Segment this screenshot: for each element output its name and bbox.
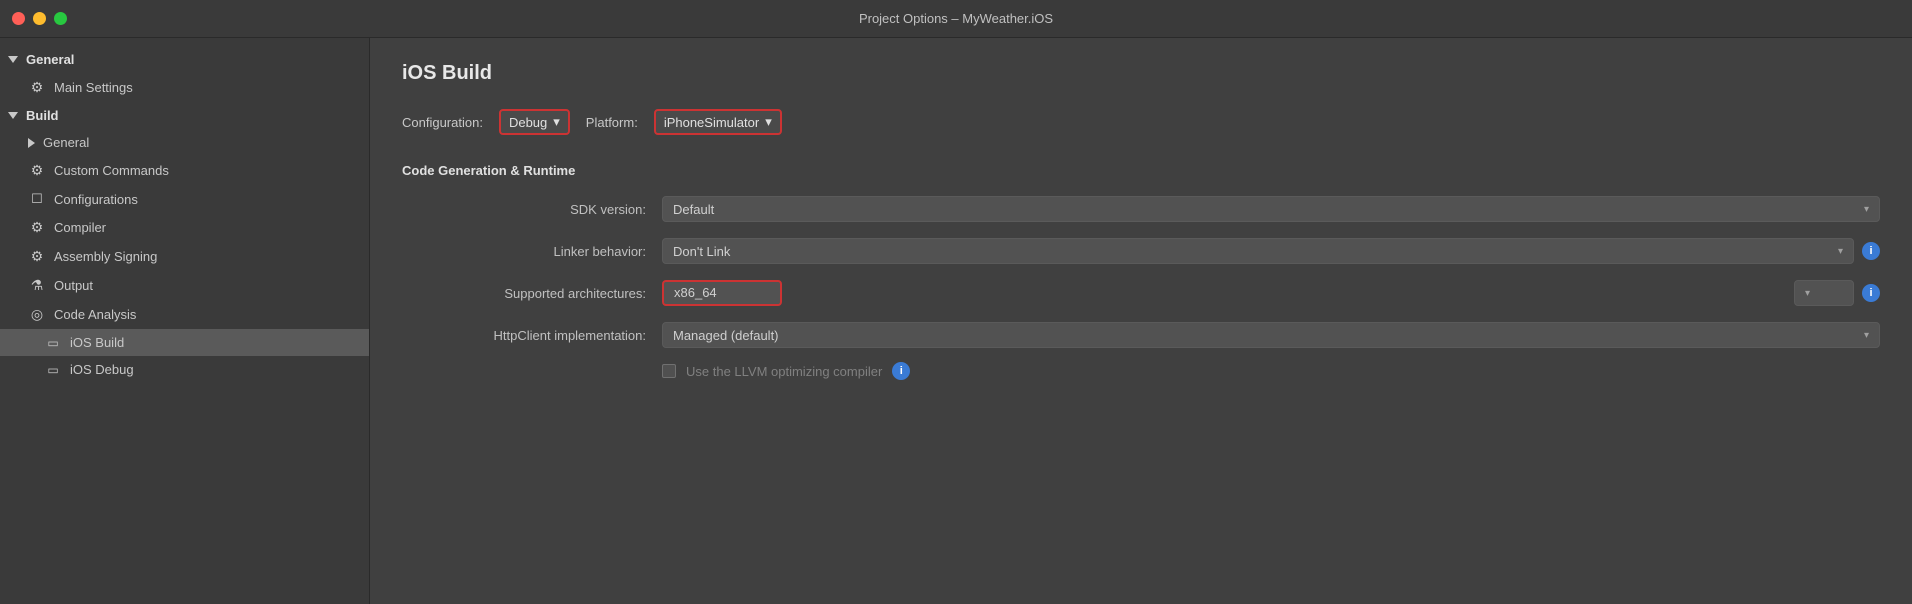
chevron-down-icon: ▾: [1838, 246, 1843, 257]
sidebar-item-compiler[interactable]: Compiler: [0, 213, 369, 242]
architectures-label: Supported architectures:: [402, 286, 662, 301]
window-title: Project Options – MyWeather.iOS: [859, 11, 1053, 26]
sidebar-item-label: General: [43, 135, 89, 150]
sidebar-item-label: Custom Commands: [54, 163, 169, 178]
config-bar: Configuration: Debug ▾ Platform: iPhoneS…: [402, 109, 1880, 135]
architectures-field[interactable]: x86_64: [662, 280, 782, 306]
content-area: iOS Build Configuration: Debug ▾ Platfor…: [370, 38, 1912, 604]
sidebar-item-label: iOS Debug: [70, 362, 134, 377]
sidebar-item-build-general[interactable]: General: [0, 129, 369, 156]
sidebar-item-general-header[interactable]: General: [0, 46, 369, 73]
architectures-select-arrow[interactable]: ▾: [1794, 280, 1854, 306]
httpclient-value: Managed (default): [673, 328, 779, 343]
linker-info-button[interactable]: i: [1862, 242, 1880, 260]
architectures-value: x86_64: [674, 285, 717, 300]
httpclient-row: HttpClient implementation: Managed (defa…: [402, 320, 1880, 350]
httpclient-label: HttpClient implementation:: [402, 328, 662, 343]
chevron-right-icon: [28, 138, 35, 148]
dropdown-arrow-icon: ▾: [553, 114, 560, 130]
linker-behavior-control: Don't Link ▾ i: [662, 238, 1880, 264]
sdk-version-label: SDK version:: [402, 202, 662, 217]
sidebar-item-label: Compiler: [54, 220, 106, 235]
linker-behavior-value: Don't Link: [673, 244, 730, 259]
chevron-down-icon: ▾: [1864, 204, 1869, 215]
title-bar: Project Options – MyWeather.iOS: [0, 0, 1912, 38]
architectures-info-button[interactable]: i: [1862, 284, 1880, 302]
platform-value: iPhoneSimulator: [664, 115, 759, 130]
section-heading: Code Generation & Runtime: [402, 163, 1880, 178]
sidebar-item-label: iOS Build: [70, 335, 124, 350]
sidebar-item-label: Build: [26, 108, 59, 123]
httpclient-select[interactable]: Managed (default) ▾: [662, 322, 1880, 348]
gear-icon: [28, 248, 46, 265]
architectures-row: Supported architectures: x86_64 ▾ i: [402, 278, 1880, 308]
sidebar-item-output[interactable]: ⚗ Output: [0, 271, 369, 300]
config-label: Configuration:: [402, 115, 483, 130]
chevron-down-icon: [8, 56, 18, 63]
target-icon: ◎: [28, 306, 46, 323]
sidebar-item-assembly-signing[interactable]: Assembly Signing: [0, 242, 369, 271]
sidebar-item-build-header[interactable]: Build: [0, 102, 369, 129]
platform-select[interactable]: iPhoneSimulator ▾: [654, 109, 782, 135]
page-title: iOS Build: [402, 62, 1880, 85]
configuration-value: Debug: [509, 115, 547, 130]
sidebar-item-ios-build[interactable]: ▭ iOS Build: [0, 329, 369, 356]
sidebar-item-label: Main Settings: [54, 80, 133, 95]
sidebar-item-configurations[interactable]: ☐ Configurations: [0, 185, 369, 213]
sidebar-item-ios-debug[interactable]: ▭ iOS Debug: [0, 356, 369, 383]
sidebar-item-label: General: [26, 52, 74, 67]
checkbox-icon: ☐: [28, 191, 46, 207]
linker-behavior-label: Linker behavior:: [402, 244, 662, 259]
platform-label: Platform:: [586, 115, 638, 130]
llvm-checkbox-label: Use the LLVM optimizing compiler: [686, 364, 882, 379]
sidebar: General Main Settings Build General Cust…: [0, 38, 370, 604]
llvm-info-button[interactable]: i: [892, 362, 910, 380]
linker-behavior-select[interactable]: Don't Link ▾: [662, 238, 1854, 264]
device-icon: ▭: [44, 363, 62, 377]
minimize-button[interactable]: [33, 12, 46, 25]
main-layout: General Main Settings Build General Cust…: [0, 38, 1912, 604]
linker-behavior-row: Linker behavior: Don't Link ▾ i: [402, 236, 1880, 266]
sdk-version-control: Default ▾: [662, 196, 1880, 222]
sdk-version-row: SDK version: Default ▾: [402, 194, 1880, 224]
llvm-checkbox-row: Use the LLVM optimizing compiler i: [402, 362, 1880, 380]
gear-icon: [28, 219, 46, 236]
chevron-down-icon: ▾: [1864, 330, 1869, 341]
gear-icon: [28, 162, 46, 179]
httpclient-control: Managed (default) ▾: [662, 322, 1880, 348]
window-buttons: [12, 12, 67, 25]
sidebar-item-custom-commands[interactable]: Custom Commands: [0, 156, 369, 185]
maximize-button[interactable]: [54, 12, 67, 25]
sidebar-item-label: Configurations: [54, 192, 138, 207]
device-icon: ▭: [44, 336, 62, 350]
sdk-version-select[interactable]: Default ▾: [662, 196, 1880, 222]
flask-icon: ⚗: [28, 277, 46, 294]
sidebar-item-main-settings[interactable]: Main Settings: [0, 73, 369, 102]
dropdown-arrow-icon: ▾: [765, 114, 772, 130]
close-button[interactable]: [12, 12, 25, 25]
sidebar-item-code-analysis[interactable]: ◎ Code Analysis: [0, 300, 369, 329]
sdk-version-value: Default: [673, 202, 714, 217]
chevron-down-icon: ▾: [1805, 288, 1810, 299]
llvm-checkbox[interactable]: [662, 364, 676, 378]
sidebar-item-label: Assembly Signing: [54, 249, 157, 264]
gear-icon: [28, 79, 46, 96]
sidebar-item-label: Code Analysis: [54, 307, 136, 322]
architectures-control: x86_64 ▾ i: [662, 280, 1880, 306]
sidebar-item-label: Output: [54, 278, 93, 293]
configuration-select[interactable]: Debug ▾: [499, 109, 570, 135]
chevron-down-icon: [8, 112, 18, 119]
